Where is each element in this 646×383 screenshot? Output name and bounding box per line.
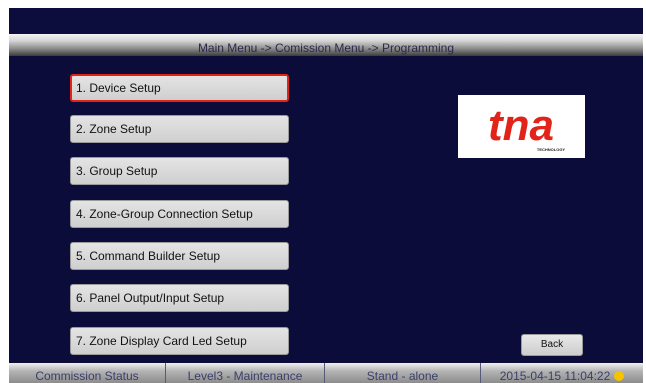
programming-screen: Main Menu -> Comission Menu -> Programmi… (9, 8, 643, 383)
menu-group-setup-button[interactable]: 3. Group Setup (70, 157, 289, 185)
menu-device-setup-button[interactable]: 1. Device Setup (70, 74, 289, 102)
status-bar: Commission Status Level3 - Maintenance S… (9, 363, 643, 383)
menu-command-builder-button[interactable]: 5. Command Builder Setup (70, 242, 289, 270)
tna-logo-graphic: tna TECHNOLOGY (488, 101, 566, 152)
status-mode: Stand - alone (325, 363, 481, 383)
top-band (9, 8, 643, 34)
back-button[interactable]: Back (521, 334, 583, 356)
breadcrumb: Main Menu -> Comission Menu -> Programmi… (197, 41, 455, 55)
tna-logo: tna TECHNOLOGY (458, 95, 585, 158)
status-datetime: 2015-04-15 11:04:22 (499, 369, 611, 383)
status-indicator-icon (614, 371, 625, 381)
title-bar: Main Menu -> Comission Menu -> Programmi… (9, 34, 643, 56)
menu-zone-setup-button[interactable]: 2. Zone Setup (70, 115, 289, 143)
status-commission: Commission Status (9, 363, 166, 383)
status-datetime-cell: 2015-04-15 11:04:22 (481, 363, 643, 383)
menu-panel-output-input-button[interactable]: 6. Panel Output/Input Setup (70, 284, 289, 312)
status-level: Level3 - Maintenance (166, 363, 325, 383)
menu-zone-display-card-led-button[interactable]: 7. Zone Display Card Led Setup (70, 327, 289, 355)
logo-wordmark: tna (488, 101, 554, 150)
menu-zone-group-connection-button[interactable]: 4. Zone-Group Connection Setup (70, 200, 289, 228)
logo-subtext: TECHNOLOGY (537, 147, 566, 152)
